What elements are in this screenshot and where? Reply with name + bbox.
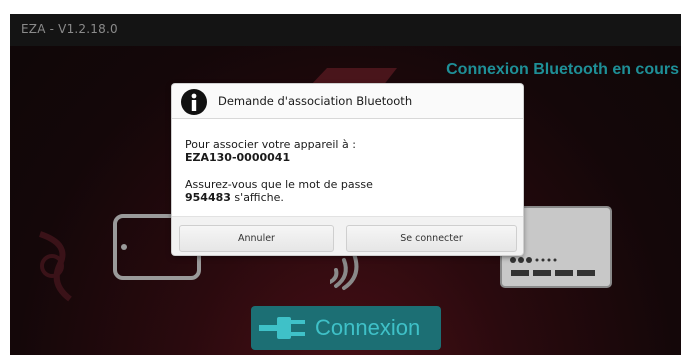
dialog-message: Pour associer votre appareil à : EZA130-… (185, 138, 510, 204)
dialog-title: Demande d'association Bluetooth (218, 94, 413, 108)
title-bar: EZA - V1.2.18.0 (10, 14, 681, 46)
passkey-value: 954483 (185, 191, 231, 204)
connexion-button-label: Connexion (315, 315, 421, 340)
pairing-instruction: Pour associer votre appareil à : (185, 138, 356, 151)
dialog-footer: Annuler Se connecter (172, 216, 523, 255)
bluetooth-pairing-dialog: Demande d'association Bluetooth Pour ass… (172, 84, 523, 255)
cancel-button[interactable]: Annuler (179, 225, 334, 252)
se-connecter-button[interactable]: Se connecter (346, 225, 517, 252)
app-title: EZA - V1.2.18.0 (21, 22, 118, 36)
passkey-line: 954483 s'affiche. (185, 191, 510, 204)
device-name: EZA130-0000041 (185, 151, 291, 164)
bluetooth-status-text: Connexion Bluetooth en cours (446, 61, 679, 78)
plug-icon (259, 317, 305, 339)
dialog-header: Demande d'association Bluetooth (172, 84, 523, 119)
passkey-suffix: s'affiche. (230, 191, 284, 204)
info-icon (181, 89, 207, 115)
plug-icon (38, 231, 72, 302)
connexion-button[interactable]: Connexion (251, 306, 441, 350)
passkey-instruction: Assurez-vous que le mot de passe (185, 178, 373, 191)
